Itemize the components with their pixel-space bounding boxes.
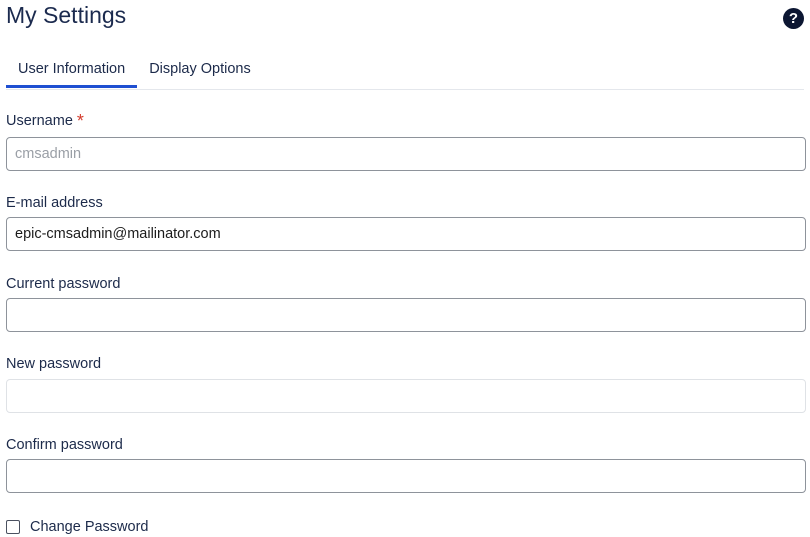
new-password-label: New password [6,356,102,372]
help-glyph: ? [788,10,799,27]
settings-page: My Settings ? User Information Display O… [0,0,810,537]
page-title: My Settings [6,2,127,28]
tab-user-information[interactable]: User Information [6,50,138,88]
current-password-label: Current password [6,276,121,292]
tab-display-options[interactable]: Display Options [137,50,263,88]
confirm-password-label: Confirm password [6,437,123,453]
email-input[interactable] [6,217,806,251]
change-password-row[interactable]: Change Password [6,518,149,536]
email-label: E-mail address [6,195,103,211]
new-password-input[interactable] [6,379,806,413]
change-password-label: Change Password [30,519,149,535]
current-password-input[interactable] [6,298,806,332]
required-asterisk: * [76,111,84,131]
username-label: Username * [6,112,84,130]
help-icon[interactable]: ? [783,8,804,29]
change-password-checkbox[interactable] [6,520,20,534]
settings-tabs: User Information Display Options [6,50,804,90]
username-input[interactable] [6,137,806,171]
confirm-password-input[interactable] [6,459,806,493]
username-label-text: Username [6,113,73,129]
